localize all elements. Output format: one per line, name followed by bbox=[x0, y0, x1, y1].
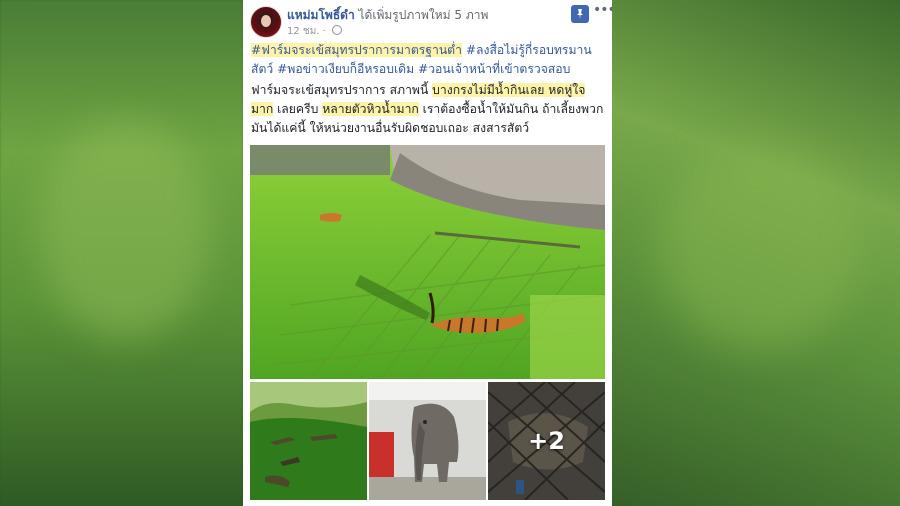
hashtag-link[interactable]: #ฟาร์มจระเข้สมุทรปราการมาตรฐานต่ำ bbox=[251, 43, 462, 57]
body-text: ฟาร์มจระเข้สมุทรปราการ สภาพนี้ bbox=[251, 83, 433, 97]
post-header: แหม่มโพธิ์ดำ ได้เพิ่มรูปภาพใหม่ 5 ภาพ 12… bbox=[243, 0, 612, 40]
photo-thumbnail-more[interactable]: +2 bbox=[488, 382, 605, 500]
post-body: ฟาร์มจระเข้สมุทรปราการ สภาพนี้ บางกรงไม่… bbox=[251, 81, 607, 138]
background-blur bbox=[40, 120, 210, 340]
more-options-icon[interactable]: ••• bbox=[593, 2, 612, 18]
facebook-post: แหม่มโพธิ์ดำ ได้เพิ่มรูปภาพใหม่ 5 ภาพ 12… bbox=[243, 0, 612, 506]
post-hashtags: #ฟาร์มจระเข้สมุทรปราการมาตรฐานต่ำ #ลงสื่… bbox=[251, 41, 607, 79]
pin-icon[interactable] bbox=[571, 5, 589, 23]
body-text: เลยครีบ bbox=[277, 102, 323, 116]
hashtag-link[interactable]: #วอนเจ้าหน้าที่เข้าตรวจสอบ bbox=[418, 62, 570, 76]
photo-thumbnail[interactable] bbox=[369, 382, 486, 500]
post-time[interactable]: 12 ชม. bbox=[287, 26, 319, 37]
post-author-line: แหม่มโพธิ์ดำ ได้เพิ่มรูปภาพใหม่ 5 ภาพ bbox=[287, 6, 488, 25]
post-action: ได้เพิ่มรูปภาพใหม่ 5 ภาพ bbox=[358, 8, 489, 22]
post-meta: 12 ชม. · bbox=[287, 24, 343, 39]
hashtag-link[interactable]: #พอข่าวเงียบก็อีหรอบเดิม bbox=[277, 62, 414, 76]
highlighted-text: หลายตัวหิวน้ำมาก bbox=[322, 102, 419, 116]
author-name[interactable]: แหม่มโพธิ์ดำ bbox=[287, 8, 355, 22]
photo-thumbnail[interactable] bbox=[250, 382, 367, 500]
more-photos-count[interactable]: +2 bbox=[488, 382, 605, 500]
avatar[interactable] bbox=[250, 6, 282, 38]
main-photo[interactable] bbox=[250, 145, 605, 379]
globe-icon bbox=[332, 25, 343, 35]
background-blur bbox=[660, 150, 860, 350]
